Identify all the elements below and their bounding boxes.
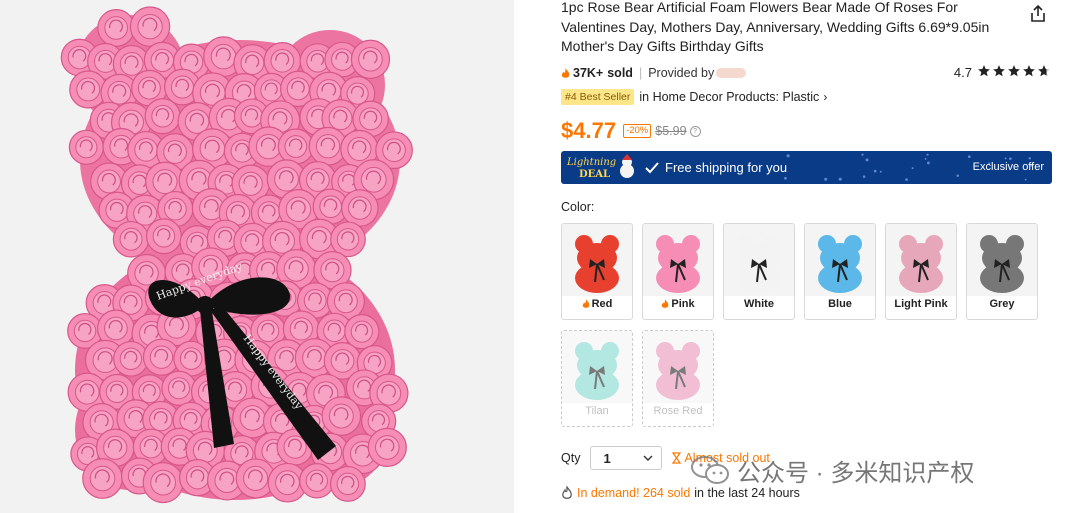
flame-icon	[561, 67, 570, 78]
swatch-thumbnail	[805, 224, 875, 296]
lightning-text: Lightning	[566, 157, 616, 168]
swatch-label: Rose Red	[643, 405, 713, 417]
best-seller-badge: #4 Best Seller	[561, 89, 635, 105]
star-icon	[1008, 65, 1020, 77]
flame-icon	[662, 299, 669, 308]
color-option-rose-red[interactable]: Rose Red	[642, 330, 714, 427]
best-seller-category: in Home Decor Products: Plastic	[639, 90, 820, 104]
lightning-deal-banner: Lightning DEAL Free shipping for you Exc…	[561, 151, 1052, 184]
swatch-thumbnail	[886, 224, 956, 296]
demand-row: In demand! 264 sold in the last 24 hours	[561, 486, 800, 500]
sold-label: sold	[607, 66, 633, 80]
swatch-label: White	[724, 298, 794, 310]
blurred-seller-name[interactable]	[716, 68, 747, 78]
quantity-value: 1	[603, 450, 611, 466]
color-name: Pink	[671, 298, 695, 310]
color-name: Blue	[828, 298, 852, 310]
info-icon[interactable]: ?	[689, 125, 701, 137]
star-rating	[976, 64, 1051, 81]
swatch-label: Red	[562, 298, 632, 310]
flame-icon	[582, 299, 589, 308]
star-icon	[1023, 65, 1035, 77]
share-icon[interactable]	[1028, 4, 1048, 24]
color-option-tilan[interactable]: Tilan	[561, 330, 633, 427]
demand-count: In demand! 264 sold	[577, 486, 691, 500]
fire-icon	[562, 486, 572, 499]
chevron-down-icon	[643, 455, 653, 461]
original-price: $5.99	[655, 124, 687, 138]
color-name: Light Pink	[894, 298, 948, 310]
free-shipping-text: Free shipping for you	[665, 160, 788, 175]
color-name: White	[744, 298, 774, 310]
free-shipping: Free shipping for you	[645, 160, 787, 175]
rose-bear-image: Happy everydayHappy everyday	[60, 6, 413, 504]
swatch-thumbnail	[562, 224, 632, 296]
price-row: $4.77 -20% $5.99 ?	[561, 116, 701, 146]
swatch-label: Blue	[805, 298, 875, 310]
exclusive-offer: Exclusive offer	[972, 161, 1044, 173]
color-option-light-pink[interactable]: Light Pink	[885, 223, 957, 320]
color-option-pink[interactable]: Pink	[642, 223, 714, 320]
color-name: Rose Red	[653, 405, 703, 417]
hourglass-icon	[672, 452, 682, 464]
swatch-label: Grey	[967, 298, 1037, 310]
qty-label: Qty	[561, 451, 581, 465]
demand-period: in the last 24 hours	[694, 486, 800, 500]
swatch-thumbnail	[643, 331, 713, 403]
current-price: $4.77	[561, 118, 617, 143]
main-product-image[interactable]: Happy everyday Happy everyday	[0, 0, 514, 513]
swatch-label: Light Pink	[886, 298, 956, 310]
chevron-right-icon: ›	[823, 90, 828, 104]
watermark: 公众号 · 多米知识产权	[691, 452, 974, 488]
swatch-thumbnail	[724, 224, 794, 296]
star-icon	[993, 65, 1005, 77]
color-option-grey[interactable]: Grey	[966, 223, 1038, 320]
provided-by: Provided by	[648, 66, 715, 80]
sold-count: 37K+	[573, 66, 604, 80]
deal-text: DEAL	[579, 169, 610, 180]
rating-value: 4.7	[953, 65, 972, 80]
swatch-thumbnail	[643, 224, 713, 296]
star-icon	[978, 65, 990, 77]
color-option-red[interactable]: Red	[561, 223, 633, 320]
wechat-icon	[691, 456, 729, 484]
color-option-white[interactable]: White	[723, 223, 795, 320]
color-name: Grey	[989, 298, 1015, 310]
sales-row: 37K+ sold | Provided by 4.7	[561, 64, 1051, 82]
color-name: Tilan	[585, 405, 609, 417]
quantity-select[interactable]: 1	[590, 446, 663, 470]
best-seller-row[interactable]: #4 Best Seller in Home Decor Products: P…	[561, 88, 827, 106]
check-icon	[645, 161, 659, 173]
watermark-text: 公众号 · 多米知识产权	[737, 459, 975, 487]
swatch-label: Pink	[643, 298, 713, 310]
rating[interactable]: 4.7	[954, 64, 1051, 81]
color-option-blue[interactable]: Blue	[804, 223, 876, 320]
lightning-deal-logo: Lightning DEAL	[565, 153, 637, 182]
star-icon	[1038, 65, 1050, 77]
discount-badge: -20%	[623, 124, 652, 138]
product-title: 1pc Rose Bear Artificial Foam Flowers Be…	[561, 0, 990, 54]
swatch-thumbnail	[562, 331, 632, 403]
product-details: 1pc Rose Bear Artificial Foam Flowers Be…	[561, 0, 1061, 513]
divider: |	[638, 66, 643, 80]
color-label: Color:	[561, 200, 595, 214]
swatch-label: Tilan	[562, 405, 632, 417]
swatch-thumbnail	[967, 224, 1037, 296]
color-name: Red	[591, 298, 613, 310]
